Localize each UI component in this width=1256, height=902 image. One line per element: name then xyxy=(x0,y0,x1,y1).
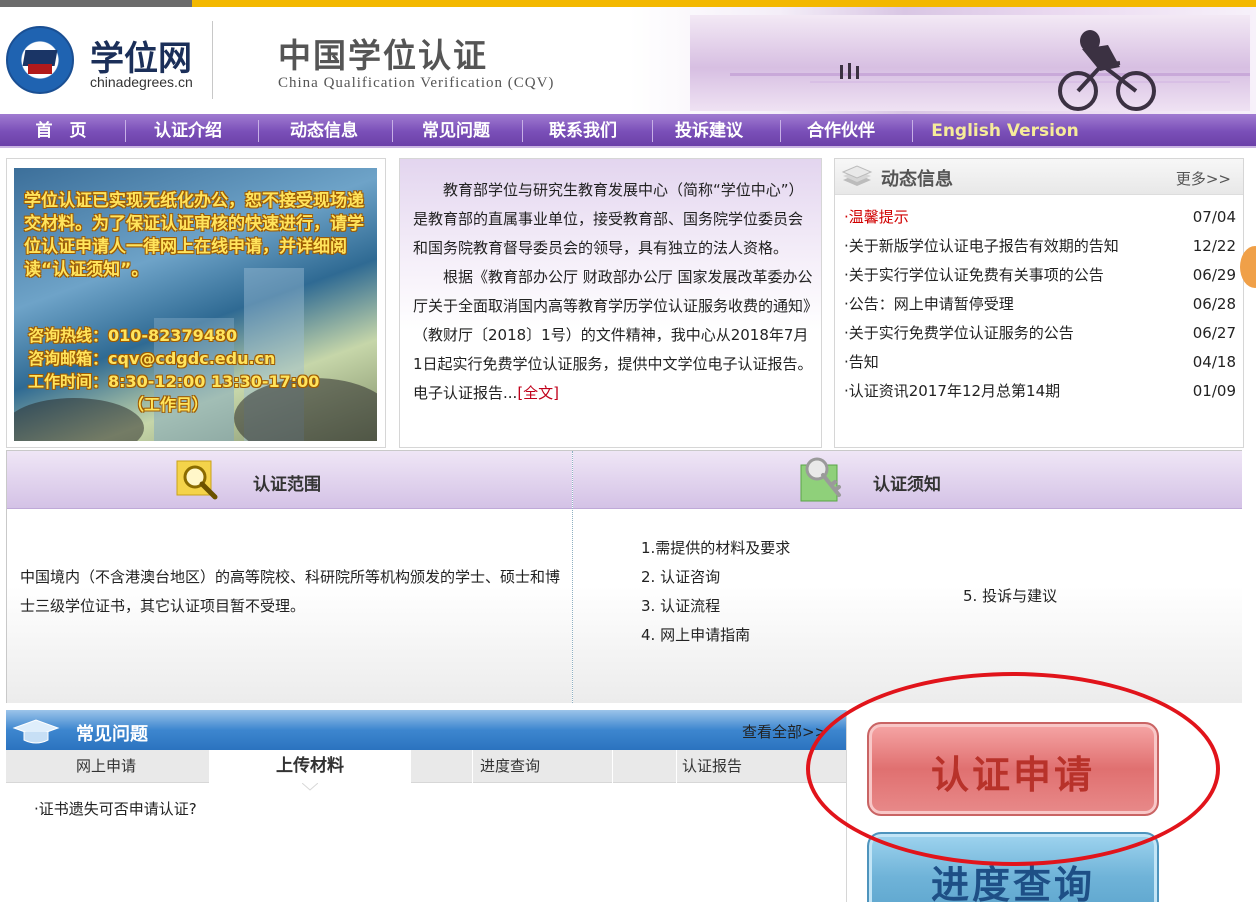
banner-notice-text: 学位认证已实现无纸化办公，恕不接受现场递交材料。为了保证认证审核的快速进行，请学… xyxy=(24,191,364,280)
faq-tabs: 网上申请 上传材料 进度查询 认证报告 xyxy=(6,750,846,783)
notice-link-consult[interactable]: 2. 认证咨询 xyxy=(641,563,790,592)
header-divider xyxy=(212,21,213,99)
news-item[interactable]: ·关于实行学位认证免费有关事项的公告 06/29 xyxy=(844,261,1236,290)
scope-body: 中国境内（不含港澳台地区）的高等院校、科研院所等机构颁发的学士、硕士和博士三级学… xyxy=(7,509,572,703)
news-item[interactable]: ·告知 04/18 xyxy=(844,348,1236,377)
news-panel: 动态信息 更多>> ·温馨提示 07/04 ·关于新版学位认证电子报告有效期的告知… xyxy=(834,158,1244,448)
banner-hours: 工作时间：8:30-12:00 13:30-17:00 xyxy=(28,372,320,391)
banner-workday: （工作日） xyxy=(128,395,209,414)
progress-button-label: 进度查询 xyxy=(930,863,1095,902)
center-intro: 教育部学位与研究生教育发展中心（简称“学位中心”）是教育部的直属事业单位，接受教… xyxy=(399,158,822,448)
nav-complaints[interactable]: 投诉建议 xyxy=(653,114,765,148)
nav-contact[interactable]: 联系我们 xyxy=(523,114,643,148)
news-more-link[interactable]: 更多>> xyxy=(1176,168,1231,189)
page-subtitle: China Qualification Verification (CQV) xyxy=(278,75,555,91)
banner-email: 咨询邮箱：cqv@cdgdc.edu.cn xyxy=(28,349,276,368)
nav-separator xyxy=(912,120,913,142)
apply-button-label: 认证申请 xyxy=(930,753,1095,797)
banner-contact: 咨询热线：010-82379480 咨询邮箱：cqv@cdgdc.edu.cn … xyxy=(28,324,320,414)
news-header: 动态信息 更多>> xyxy=(835,159,1243,195)
faq-panel: 常见问题 查看全部>> 网上申请 上传材料 进度查询 认证报告 ·证书遗失可否申… xyxy=(6,710,846,902)
tab-progress-query[interactable]: 进度查询 xyxy=(480,750,610,783)
progress-query-button[interactable]: 进度查询 xyxy=(867,832,1159,902)
notice-link-complaints[interactable]: 5. 投诉与建议 xyxy=(963,585,1057,606)
news-item[interactable]: ·关于新版学位认证电子报告有效期的告知 12/22 xyxy=(844,232,1236,261)
nav-news[interactable]: 动态信息 xyxy=(259,114,389,148)
nav-home[interactable]: 首 页 xyxy=(0,114,122,148)
nav-faq[interactable]: 常见问题 xyxy=(393,114,519,148)
faq-view-all-link[interactable]: 查看全部>> xyxy=(742,721,827,742)
tab-separator xyxy=(472,750,473,783)
scope-title: 认证范围 xyxy=(253,475,321,495)
nav-english-version[interactable]: English Version xyxy=(914,114,1096,148)
nav-partners[interactable]: 合作伙伴 xyxy=(781,114,901,148)
intro-more-link[interactable]: [全文] xyxy=(517,384,559,402)
tab-cert-report[interactable]: 认证报告 xyxy=(682,750,812,783)
tab-upload-materials[interactable]: 上传材料 xyxy=(209,750,411,783)
intro-paragraph-2: 根据《教育部办公厅 财政部办公厅 国家发展改革委办公厅关于全面取消国内高等教育学… xyxy=(413,268,813,402)
site-header: 学位网 chinadegrees.cn 中国学位认证 China Qualifi… xyxy=(0,7,1256,114)
tab-separator xyxy=(612,750,613,783)
tab-separator xyxy=(676,750,677,783)
header-cyclist-photo xyxy=(690,15,1250,111)
top-stripe-dark xyxy=(0,0,192,7)
tab-online-apply[interactable]: 网上申请 xyxy=(76,750,208,783)
news-title: 动态信息 xyxy=(881,169,953,190)
faq-title: 常见问题 xyxy=(76,724,148,745)
scope-header: 认证范围 xyxy=(7,451,572,509)
main-nav: 首 页 认证介绍 动态信息 常见问题 联系我们 投诉建议 合作伙伴 Englis… xyxy=(0,114,1256,148)
faq-header: 常见问题 查看全部>> xyxy=(6,710,846,750)
notice-link-materials[interactable]: 1.需提供的材料及要求 xyxy=(641,534,790,563)
intro-text: 教育部学位与研究生教育发展中心（简称“学位中心”）是教育部的直属事业单位，接受教… xyxy=(413,176,813,408)
notice-link-guide[interactable]: 4. 网上申请指南 xyxy=(641,621,790,650)
active-tab-pointer-icon xyxy=(302,783,318,791)
stack-icon xyxy=(841,165,873,186)
apply-button[interactable]: 认证申请 xyxy=(867,722,1159,816)
site-name[interactable]: 学位网 xyxy=(90,31,192,80)
graduation-cap-icon xyxy=(12,719,60,744)
logo-icon[interactable] xyxy=(6,26,74,94)
notice-banner[interactable]: 学位认证已实现无纸化办公，恕不接受现场递交材料。为了保证认证审核的快速进行，请学… xyxy=(14,168,377,441)
cert-panels: 认证范围 认证须知 中国境内（不含港澳台地区）的高等院校、科研院所等机构颁发的学… xyxy=(6,450,1242,703)
intro-paragraph-1: 教育部学位与研究生教育发展中心（简称“学位中心”）是教育部的直属事业单位，接受教… xyxy=(413,181,804,257)
cert-divider xyxy=(572,451,573,703)
news-item[interactable]: ·关于实行免费学位认证服务的公告 06/27 xyxy=(844,319,1236,348)
site-domain: chinadegrees.cn xyxy=(90,74,193,90)
banner-hotline: 咨询热线：010-82379480 xyxy=(28,326,238,345)
nav-intro[interactable]: 认证介绍 xyxy=(126,114,250,148)
notice-list: 1.需提供的材料及要求 2. 认证咨询 3. 认证流程 4. 网上申请指南 xyxy=(641,534,790,650)
faq-item[interactable]: ·证书遗失可否申请认证? xyxy=(34,798,197,819)
magnifier-icon xyxy=(176,460,218,500)
key-icon xyxy=(800,457,841,502)
notice-header: 认证须知 xyxy=(573,451,1242,509)
notice-title: 认证须知 xyxy=(873,475,941,495)
scope-text: 中国境内（不含港澳台地区）的高等院校、科研院所等机构颁发的学士、硕士和博士三级学… xyxy=(20,568,561,615)
news-item[interactable]: ·公告：网上申请暂停受理 06/28 xyxy=(844,290,1236,319)
page-title: 中国学位认证 xyxy=(278,36,488,75)
faq-right-border xyxy=(846,710,847,902)
notice-link-process[interactable]: 3. 认证流程 xyxy=(641,592,790,621)
news-item[interactable]: ·温馨提示 07/04 xyxy=(844,203,1236,232)
news-item[interactable]: ·认证资讯2017年12月总第14期 01/09 xyxy=(844,377,1236,406)
top-stripe xyxy=(0,0,1256,7)
